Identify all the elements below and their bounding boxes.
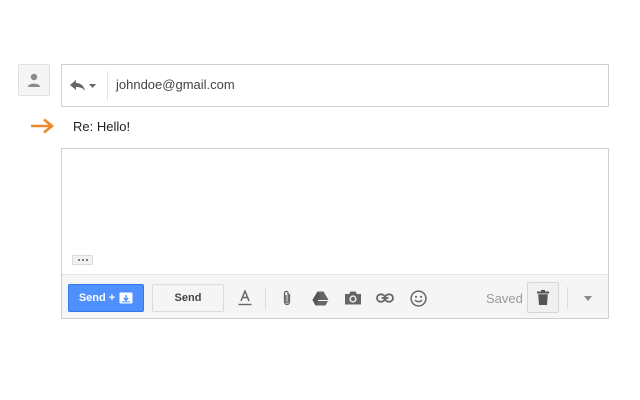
saved-status: Saved — [486, 291, 523, 306]
compose-toolbar: Send + Send Saved — [62, 274, 608, 318]
formatting-options-button[interactable] — [235, 288, 255, 308]
insert-from-drive-button[interactable] — [310, 288, 330, 308]
link-icon — [376, 293, 394, 303]
insert-emoticon-button[interactable] — [408, 288, 428, 308]
insert-link-button[interactable] — [375, 288, 395, 308]
insert-photo-button[interactable] — [343, 288, 363, 308]
discard-draft-button[interactable] — [527, 282, 559, 313]
reply-type-menu[interactable] — [70, 75, 102, 97]
paperclip-icon — [283, 290, 291, 305]
dot — [85, 259, 88, 261]
chevron-down-icon — [89, 84, 96, 88]
drive-icon — [312, 291, 328, 305]
smiley-icon — [409, 289, 427, 307]
camera-icon — [345, 291, 361, 305]
chevron-down-icon — [584, 295, 592, 301]
dot — [81, 259, 84, 261]
recipient-email[interactable]: johndoe@gmail.com — [116, 77, 235, 92]
send-plus-label: Send + — [78, 292, 116, 304]
dot — [77, 259, 80, 261]
trash-icon — [537, 290, 549, 305]
reply-icon — [70, 80, 85, 91]
more-options-button[interactable] — [580, 292, 596, 304]
subject-line[interactable]: Re: Hello! — [73, 119, 130, 134]
toolbar-separator — [265, 287, 266, 309]
message-body[interactable] — [62, 149, 608, 274]
recipient-field[interactable]: johndoe@gmail.com — [61, 64, 609, 107]
toolbar-separator — [567, 287, 568, 309]
person-icon — [28, 73, 40, 87]
attach-files-button[interactable] — [277, 288, 297, 308]
send-and-archive-button[interactable]: Send + — [68, 284, 144, 312]
send-button[interactable]: Send — [152, 284, 224, 312]
send-label: Send — [174, 292, 202, 304]
archive-icon — [119, 292, 133, 304]
recipient-divider — [107, 71, 108, 101]
compose-box: Send + Send Saved — [61, 148, 609, 319]
avatar — [18, 64, 50, 96]
show-trimmed-content-button[interactable] — [72, 255, 93, 265]
text-format-icon — [238, 290, 252, 306]
arrow-right-icon — [31, 118, 55, 134]
